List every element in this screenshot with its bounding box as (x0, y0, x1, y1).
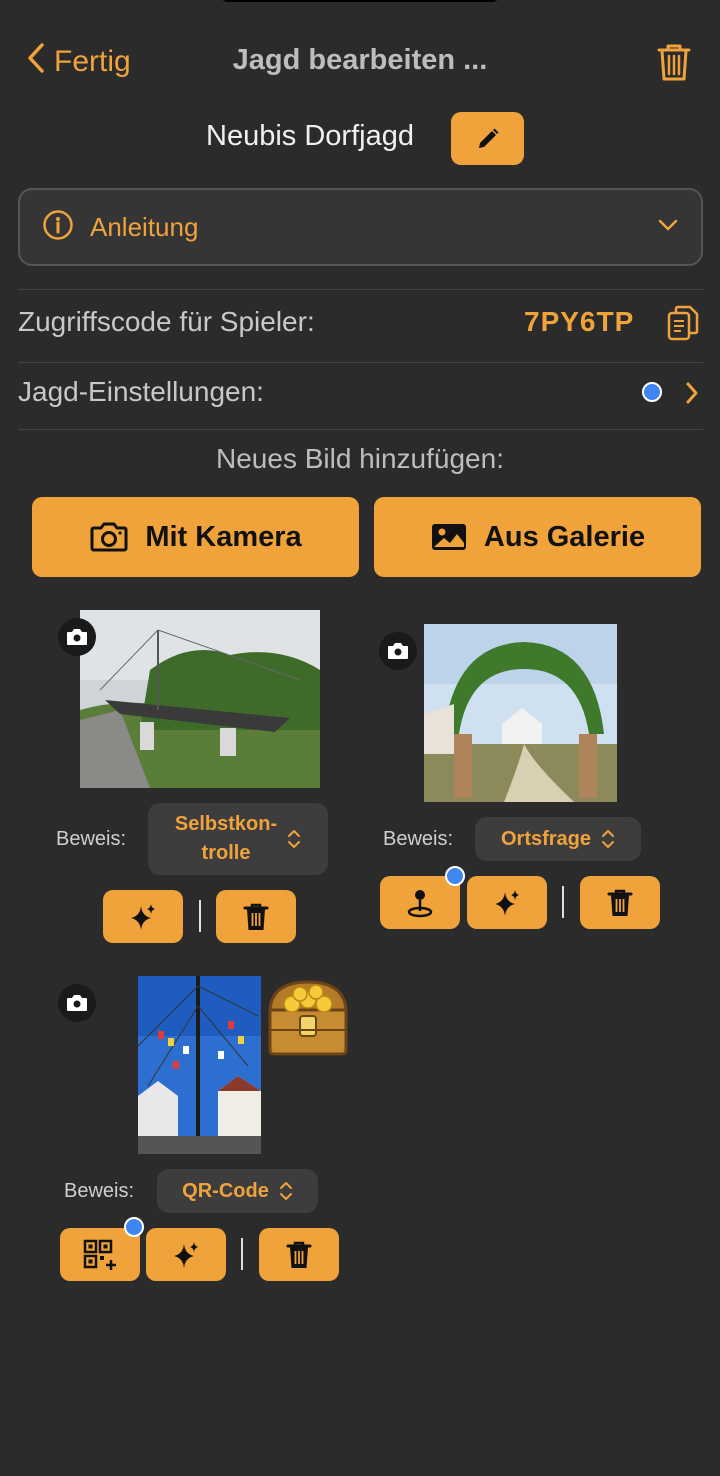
hunt-image-3[interactable] (138, 976, 261, 1154)
ai-enhance-button[interactable] (467, 876, 547, 929)
indicator-dot (124, 1217, 144, 1237)
trash-icon (243, 903, 269, 930)
edit-name-button[interactable] (451, 112, 524, 165)
chevron-right-icon (686, 382, 698, 404)
chevron-down-icon (657, 218, 679, 237)
camera-button[interactable]: Mit Kamera (32, 497, 359, 577)
sparkles-icon (174, 1241, 198, 1268)
ai-enhance-button[interactable] (146, 1228, 226, 1281)
guide-disclosure[interactable]: Anleitung (18, 188, 703, 266)
proof-type-picker[interactable]: Selbstkon- trolle (148, 803, 328, 875)
chevron-updown-icon (279, 1182, 292, 1200)
settings-open-button[interactable] (684, 381, 700, 410)
chevron-updown-icon (602, 830, 615, 848)
sparkles-icon (131, 903, 155, 930)
device-notch (220, 0, 500, 2)
indicator-dot (445, 866, 465, 886)
copy-code-button[interactable] (666, 304, 700, 347)
gallery-button[interactable]: Aus Galerie (374, 497, 701, 577)
trash-icon (657, 44, 691, 81)
proof-type-value: Ortsfrage (500, 827, 592, 850)
hunt-image-2[interactable] (424, 624, 617, 802)
delete-image-button[interactable] (580, 876, 660, 929)
divider (18, 289, 703, 290)
separator (199, 900, 201, 932)
camera-source-badge (58, 984, 96, 1022)
delete-image-button[interactable] (259, 1228, 339, 1281)
indicator-dot (642, 382, 662, 402)
access-code-label: Zugriffscode für Spieler: (18, 306, 315, 337)
camera-icon (90, 522, 128, 552)
settings-label: Jagd-Einstellungen: (18, 376, 264, 407)
proof-type-value: Selbstkon- trolle (174, 813, 278, 864)
proof-type-value: QR-Code (182, 1179, 269, 1202)
guide-label: Anleitung (90, 211, 199, 242)
camera-icon (67, 629, 87, 645)
divider (18, 362, 703, 363)
access-code-value: 7PY6TP (524, 306, 635, 337)
page-title: Jagd bearbeiten ... (232, 44, 488, 76)
proof-type-picker[interactable]: QR-Code (157, 1169, 318, 1213)
treasure-chest-icon (262, 974, 354, 1063)
camera-icon (67, 995, 87, 1011)
proof-label: Beweis: (64, 1180, 135, 1202)
add-image-title: Neues Bild hinzufügen: (216, 443, 504, 474)
separator (241, 1238, 243, 1270)
camera-button-label: Mit Kamera (145, 520, 302, 553)
proof-type-picker[interactable]: Ortsfrage (475, 817, 641, 861)
proof-label: Beweis: (56, 828, 127, 850)
sparkles-icon (495, 889, 519, 916)
chevron-updown-icon (288, 830, 301, 848)
proof-label: Beweis: (383, 828, 454, 850)
hunt-name: Neubis Dorfjagd (206, 120, 414, 152)
delete-hunt-button[interactable] (656, 42, 692, 87)
camera-source-badge (379, 632, 417, 670)
hunt-image-1[interactable] (80, 610, 320, 788)
gallery-button-label: Aus Galerie (483, 520, 646, 553)
divider (18, 429, 703, 430)
photo-icon (431, 524, 466, 550)
camera-icon (388, 643, 408, 659)
pencil-icon (478, 128, 498, 148)
delete-image-button[interactable] (216, 890, 296, 943)
separator (562, 886, 564, 918)
trash-icon (607, 889, 633, 916)
location-pin-icon (407, 889, 433, 917)
info-icon (42, 209, 74, 246)
trash-icon (286, 1241, 312, 1268)
camera-source-badge (58, 618, 96, 656)
qr-code-button[interactable] (60, 1228, 140, 1281)
copy-icon (667, 305, 699, 341)
qr-code-icon (83, 1239, 116, 1270)
ai-enhance-button[interactable] (103, 890, 183, 943)
